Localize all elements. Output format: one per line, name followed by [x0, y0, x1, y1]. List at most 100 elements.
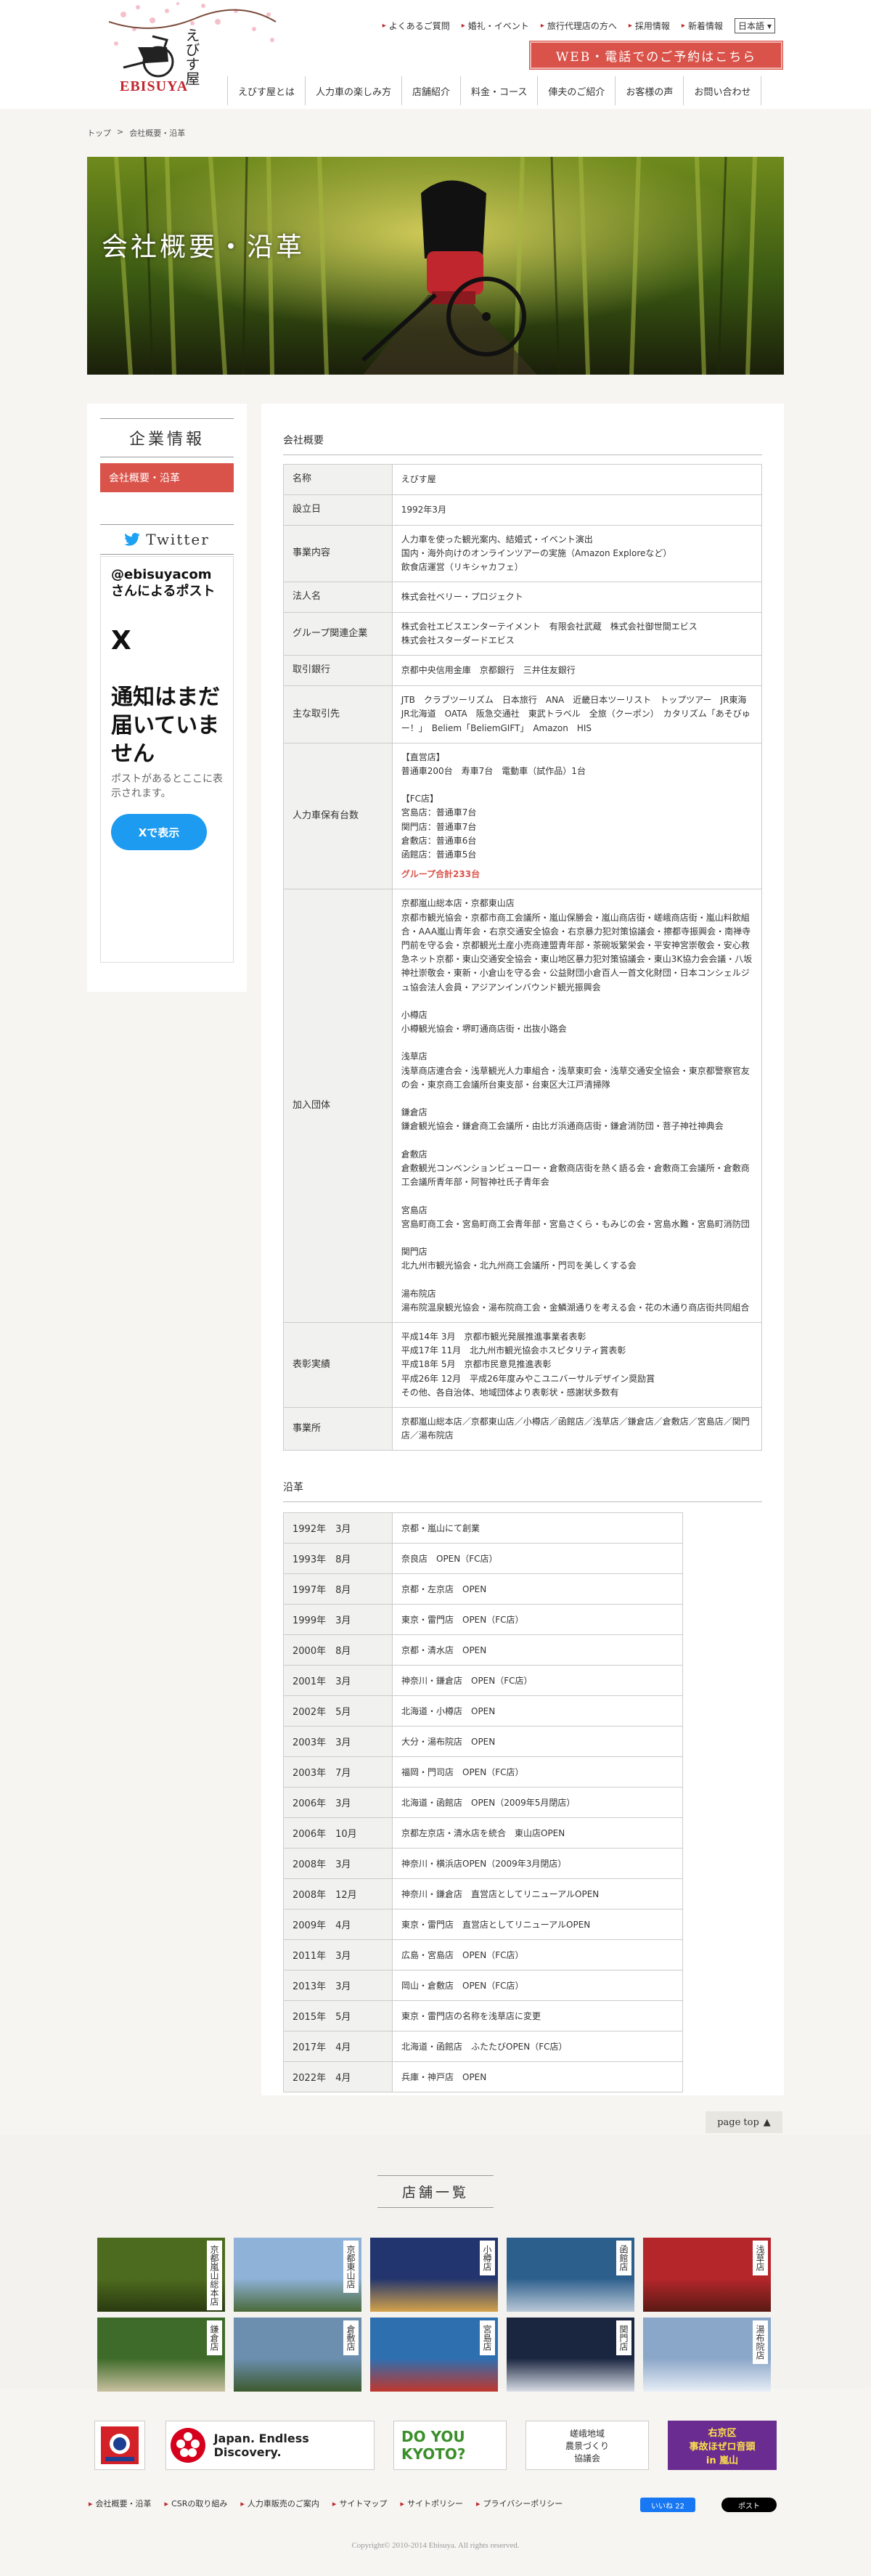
twitter-bird-icon	[124, 533, 140, 546]
company-row: 名称 えびす屋	[283, 464, 763, 495]
top-link-faq[interactable]: ▸ よくあるご質問	[383, 20, 450, 32]
history-event: 東京・雷門店 直営店としてリニューアルOPEN	[392, 1909, 683, 1941]
history-date: 2003年 7月	[283, 1756, 393, 1788]
top-link-agency[interactable]: ▸ 旅行代理店の方へ	[541, 20, 617, 32]
page: { "header": { "logo_jp": "えびす屋", "logo_e…	[0, 0, 871, 2576]
shop-card-label: 函館店	[616, 2241, 631, 2275]
banner-dyk-line2: KYOTO?	[401, 2445, 466, 2463]
main-content: 会社概要 名称 えびす屋 設立日 1992年3月 事業内容 人力車を使った観光案内、結婚式…	[261, 404, 784, 2095]
group-total-label: グループ合計233台	[401, 869, 481, 880]
history-row: 2015年 5月 東京・雷門店の名称を浅草店に変更	[283, 2000, 683, 2032]
twitter-empty-desc: ポストがあるとここに表示されます。	[111, 773, 223, 799]
nav-shops[interactable]: 店舗紹介	[401, 76, 460, 105]
company-row-key: 事業所	[283, 1406, 393, 1451]
shop-card[interactable]: 宮島店	[370, 2318, 498, 2392]
shop-card[interactable]: 倉敷店	[234, 2318, 361, 2392]
company-row-value-text: 【直営店】 普通車200台 寿車7台 電動車（試作品）1台 【FC店】 宮島店：…	[401, 751, 586, 860]
nav-staff[interactable]: 俥夫のご紹介	[537, 76, 615, 105]
hero-image: 会社概要・沿革	[87, 157, 784, 375]
banner-kyoto-city[interactable]	[94, 2421, 145, 2470]
history-date: 2015年 5月	[283, 2000, 393, 2032]
chevron-right-icon: ▸	[475, 2499, 481, 2508]
top-link-label: 旅行代理店の方へ	[547, 21, 617, 31]
footer-link-privacy[interactable]: ▸ プライバシーポリシー	[476, 2498, 563, 2509]
banner-do-you-kyoto[interactable]: DO YOU KYOTO?	[393, 2421, 507, 2470]
history-date: 1999年 3月	[283, 1604, 393, 1636]
shop-card-label: 関門店	[616, 2320, 631, 2355]
x-post-button[interactable]: ポスト	[721, 2498, 777, 2512]
company-row-value-text: 平成14年 3月 京都市観光発展推進事業者表彰 平成17年 11月 北九州市観光…	[401, 1332, 655, 1398]
footer-link-site-policy[interactable]: ▸ サイトポリシー	[400, 2498, 463, 2509]
nav-voice[interactable]: お客様の声	[615, 76, 683, 105]
footer-link-label: プライバシーポリシー	[483, 2499, 563, 2508]
shop-card-label: 京都東山店	[343, 2241, 359, 2293]
top-links: ▸ よくあるご質問 ▸ 婚礼・イベント ▸ 旅行代理店の方へ ▸ 採用情報 ▸ 新着情報 …	[383, 18, 775, 33]
banner-saga-landscape[interactable]: 嵯峨地域 農景づくり 協議会	[526, 2421, 649, 2470]
shop-card[interactable]: 函館店	[507, 2238, 634, 2312]
company-row-key: 取引銀行	[283, 655, 393, 687]
page-top-label: page top	[717, 2116, 759, 2128]
history-event: 東京・雷門店 OPEN（FC店）	[392, 1604, 683, 1636]
history-row: 2006年 3月 北海道・函館店 OPEN（2009年5月閉店）	[283, 1787, 683, 1819]
company-row-value: 京都中央信用金庫 京都銀行 三井住友銀行	[391, 655, 763, 687]
company-row: 設立日 1992年3月	[283, 494, 763, 526]
company-row-value-text: 1992年3月	[401, 504, 446, 515]
top-link-recruit[interactable]: ▸ 採用情報	[629, 20, 670, 32]
shop-card[interactable]: 京都東山店	[234, 2238, 361, 2312]
company-row-value-text: 人力車を使った観光案内、結婚式・イベント演出 国内・海外向けのオンラインツアーの…	[401, 534, 672, 572]
footer-link-sales[interactable]: ▸ 人力車販売のご案内	[240, 2498, 319, 2509]
history-date: 2009年 4月	[283, 1909, 393, 1941]
twitter-user[interactable]: @ebisuyacomさんによるポスト	[111, 567, 223, 600]
shop-card[interactable]: 京都嵐山総本店	[97, 2238, 225, 2312]
history-date: 2001年 3月	[283, 1665, 393, 1697]
banner-ukyo-ondo[interactable]: 右京区 事故ほぜロ音頭 in 嵐山	[668, 2421, 777, 2470]
chevron-right-icon: ▸	[332, 2499, 337, 2508]
footer-link-sitemap[interactable]: ▸ サイトマップ	[332, 2498, 388, 2509]
company-row-value: 京都嵐山総本店・京都東山店 京都市観光協会・京都市商工会議所・嵐山保勝会・嵐山商…	[391, 889, 763, 1323]
shop-card[interactable]: 鎌倉店	[97, 2318, 225, 2392]
chevron-right-icon: ▸	[540, 22, 544, 30]
company-table-body: 名称 えびす屋 設立日 1992年3月 事業内容 人力車を使った観光案内、結婚式・イベント…	[283, 464, 763, 1451]
shop-card-label: 小樽店	[480, 2241, 495, 2275]
reserve-button[interactable]: WEB・電話でのご予約はこちら	[530, 41, 782, 69]
view-on-x-button[interactable]: Xで表示	[111, 814, 207, 851]
shop-card[interactable]: 関門店	[507, 2318, 634, 2392]
shop-card[interactable]: 小樽店	[370, 2238, 498, 2312]
page-top-button[interactable]: page top ▲	[706, 2111, 782, 2133]
sidebar-item-company[interactable]: 会社概要・沿革	[100, 463, 234, 492]
company-row-key: 名称	[283, 464, 393, 495]
shop-card[interactable]: 浅草店	[643, 2238, 771, 2312]
history-event: 京都・嵐山にて創業	[392, 1512, 683, 1544]
banner-jnto[interactable]: Japan. Endless Discovery.	[165, 2421, 375, 2470]
nav-price[interactable]: 料金・コース	[460, 76, 537, 105]
company-row-value-text: 京都嵐山総本店・京都東山店 京都市観光協会・京都市商工会議所・嵐山保勝会・嵐山商…	[401, 898, 753, 1313]
company-row: 事業内容 人力車を使った観光案内、結婚式・イベント演出 国内・海外向けのオンライン…	[283, 524, 763, 583]
history-row: 1993年 8月 奈良店 OPEN（FC店）	[283, 1543, 683, 1575]
top-link-label: 新着情報	[687, 21, 723, 31]
nav-contact[interactable]: お問い合わせ	[683, 76, 762, 105]
top-link-wedding[interactable]: ▸ 婚礼・イベント	[462, 20, 529, 32]
chevron-right-icon: ▸	[681, 22, 685, 30]
breadcrumb: トップ > 会社概要・沿革	[87, 127, 185, 139]
history-row: 2022年 4月 兵庫・神戸店 OPEN	[283, 2061, 683, 2093]
history-event: 神奈川・横浜店OPEN（2009年3月閉店）	[392, 1848, 683, 1880]
footer-link-company[interactable]: ▸ 会社概要・沿革	[89, 2498, 152, 2509]
footer-link-label: 人力車販売のご案内	[247, 2499, 319, 2508]
company-row-value: 【直営店】 普通車200台 寿車7台 電動車（試作品）1台 【FC店】 宮島店：…	[391, 742, 763, 890]
history-row: 1999年 3月 東京・雷門店 OPEN（FC店）	[283, 1604, 683, 1636]
company-row-value-text: 株式会社ベリー・プロジェクト	[401, 591, 523, 602]
banner-ukyo-line2: 事故ほぜロ音頭	[689, 2441, 756, 2453]
nav-about[interactable]: えびす屋とは	[227, 76, 305, 105]
history-date: 2008年 3月	[283, 1848, 393, 1880]
top-link-news[interactable]: ▸ 新着情報	[682, 20, 723, 32]
breadcrumb-home[interactable]: トップ	[87, 127, 111, 139]
company-row-value-text: JTB クラブツーリズム 日本旅行 ANA 近畿日本ツーリスト トップツアー J…	[401, 695, 756, 733]
nav-enjoy[interactable]: 人力車の楽しみ方	[305, 76, 401, 105]
footer-link-csr[interactable]: ▸ CSRの取り組み	[165, 2498, 228, 2509]
history-row: 2006年 10月 京都左京店・清水店を統合 東山店OPEN	[283, 1817, 683, 1849]
language-select[interactable]: 日本語 ▾	[734, 18, 775, 33]
sidebar: 企業情報 会社概要・沿革 Twitter @ebisuyacomさんによるポスト…	[87, 404, 247, 992]
header: えびす屋 EBISUYA ▸ よくあるご質問 ▸ 婚礼・イベント ▸ 旅行代理店の方へ…	[0, 0, 871, 109]
facebook-like-button[interactable]: いいね 22	[640, 2498, 695, 2512]
shop-card[interactable]: 湯布院店	[643, 2318, 771, 2392]
